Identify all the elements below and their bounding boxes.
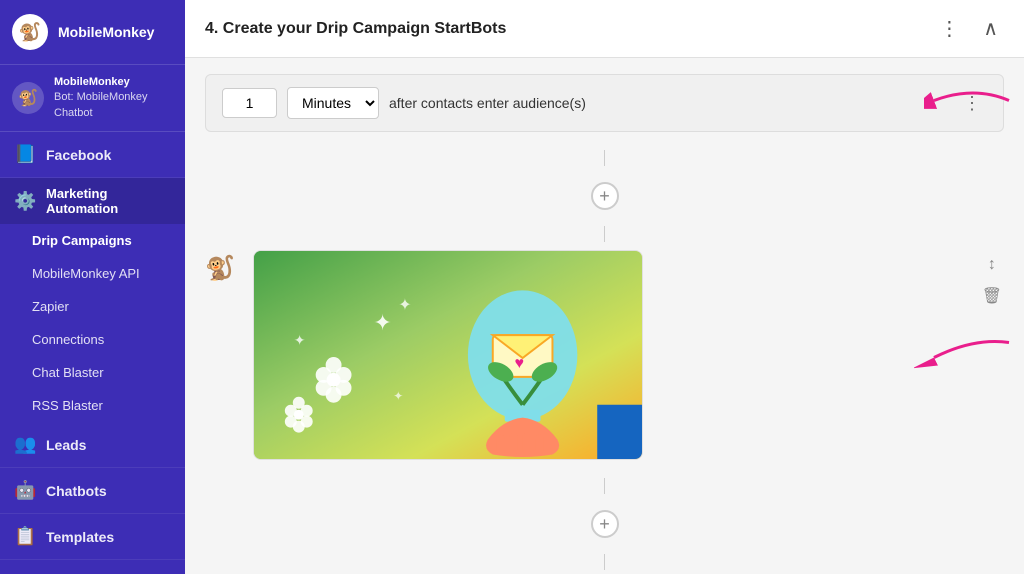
brand-logo-icon: 🐒 <box>19 22 41 43</box>
user-chatbot-label: Chatbot <box>54 106 148 121</box>
sidebar-item-templates[interactable]: 📋 Templates <box>0 514 185 560</box>
main: 4. Create your Drip Campaign StartBots ⋮… <box>185 0 1024 574</box>
main-content: 1 Minutes Hours Days after contacts ente… <box>185 58 1024 574</box>
image-card[interactable]: ✦ ✦ ✦ ✦ <box>253 250 643 460</box>
svg-text:✦: ✦ <box>398 297 411 314</box>
user-bot-label: Bot: MobileMonkey <box>54 90 148 105</box>
svg-text:✦: ✦ <box>373 310 391 335</box>
rss-blaster-label: RSS Blaster <box>32 398 103 413</box>
sidebar-item-leads[interactable]: 👥 Leads <box>0 422 185 468</box>
connections-label: Connections <box>32 332 104 347</box>
image-delete-button[interactable]: 🗑 <box>980 284 1004 308</box>
plus-divider-mid2 <box>205 546 1004 574</box>
timing-value-input[interactable]: 1 <box>222 88 277 118</box>
marketing-automation-icon: ⚙️ <box>14 191 36 212</box>
sidebar-item-templates-label: Templates <box>46 529 114 545</box>
sidebar-sub-zapier[interactable]: Zapier <box>0 290 185 323</box>
main-header: 4. Create your Drip Campaign StartBots ⋮… <box>185 0 1024 58</box>
sidebar-item-marketing-automation[interactable]: ⚙️ Marketing Automation <box>0 178 185 224</box>
user-name: MobileMonkey <box>54 75 148 90</box>
chat-blaster-label: Chat Blaster <box>32 365 104 380</box>
sidebar-sub-rss-blaster[interactable]: RSS Blaster <box>0 389 185 422</box>
facebook-icon: 📘 <box>14 144 36 165</box>
image-block-wrapper: 🐒 <box>205 250 1004 460</box>
user-info: MobileMonkey Bot: MobileMonkey Chatbot <box>54 75 148 121</box>
brand-name: MobileMonkey <box>58 24 154 41</box>
timing-unit-select[interactable]: Minutes Hours Days <box>287 87 379 119</box>
add-step-button-top[interactable]: + <box>591 182 619 210</box>
plus-circle-top[interactable]: + <box>205 174 1004 218</box>
illustration-svg: ✦ ✦ ✦ ✦ <box>254 251 642 459</box>
plus-divider-top2 <box>205 218 1004 250</box>
zapier-label: Zapier <box>32 299 69 314</box>
brand-logo: 🐒 <box>12 14 48 50</box>
collapse-button[interactable]: ∧ <box>977 14 1004 43</box>
image-block-controls: ↕ 🗑 <box>980 254 1004 308</box>
sidebar-item-facebook[interactable]: 📘 Facebook <box>0 132 185 178</box>
sidebar-item-marketing-automation-label: Marketing Automation <box>46 186 171 216</box>
image-move-button[interactable]: ↕ <box>986 254 998 276</box>
user-avatar: 🐒 <box>12 82 44 114</box>
chatbots-icon: 🤖 <box>14 480 36 501</box>
svg-text:✦: ✦ <box>393 389 403 403</box>
sidebar-item-facebook-label: Facebook <box>46 147 111 163</box>
plus-divider-mid <box>205 470 1004 502</box>
header-actions: ⋮ ∧ <box>933 14 1004 43</box>
image-message-content: ✦ ✦ ✦ ✦ <box>253 250 968 460</box>
timing-row-wrapper: 1 Minutes Hours Days after contacts ente… <box>205 74 1004 132</box>
sidebar-sub-mobilemonkey-api[interactable]: MobileMonkey API <box>0 257 185 290</box>
drip-campaigns-label: Drip Campaigns <box>32 233 132 248</box>
add-step-button-mid[interactable]: + <box>591 510 619 538</box>
sidebar-item-chatbots-label: Chatbots <box>46 483 107 499</box>
header-title: Create your Drip Campaign StartBots <box>223 20 507 37</box>
sidebar: 🐒 MobileMonkey 🐒 MobileMonkey Bot: Mobil… <box>0 0 185 574</box>
sidebar-item-leads-label: Leads <box>46 437 86 453</box>
timing-more-options-button[interactable]: ⋮ <box>957 91 987 116</box>
sidebar-brand[interactable]: 🐒 MobileMonkey <box>0 0 185 65</box>
plus-circle-mid[interactable]: + <box>205 502 1004 546</box>
svg-text:♥: ♥ <box>515 355 524 372</box>
main-title: 4. Create your Drip Campaign StartBots <box>205 20 506 38</box>
user-section[interactable]: 🐒 MobileMonkey Bot: MobileMonkey Chatbot <box>0 65 185 132</box>
monkey-avatar-image: 🐒 <box>205 254 241 290</box>
svg-text:✦: ✦ <box>294 332 306 348</box>
timing-row: 1 Minutes Hours Days after contacts ente… <box>205 74 1004 132</box>
sidebar-sub-connections[interactable]: Connections <box>0 323 185 356</box>
mobilemonkey-api-label: MobileMonkey API <box>32 266 140 281</box>
image-placeholder: ✦ ✦ ✦ ✦ <box>254 251 642 459</box>
timing-after-text: after contacts enter audience(s) <box>389 95 947 111</box>
plus-divider-top <box>205 142 1004 174</box>
image-message-block: 🐒 <box>205 250 1004 460</box>
templates-icon: 📋 <box>14 526 36 547</box>
sidebar-item-chatbots[interactable]: 🤖 Chatbots <box>0 468 185 514</box>
more-options-button[interactable]: ⋮ <box>933 14 965 43</box>
step-number: 4. <box>205 20 218 37</box>
leads-icon: 👥 <box>14 434 36 455</box>
sidebar-sub-drip-campaigns[interactable]: Drip Campaigns <box>0 224 185 257</box>
sidebar-sub-chat-blaster[interactable]: Chat Blaster <box>0 356 185 389</box>
